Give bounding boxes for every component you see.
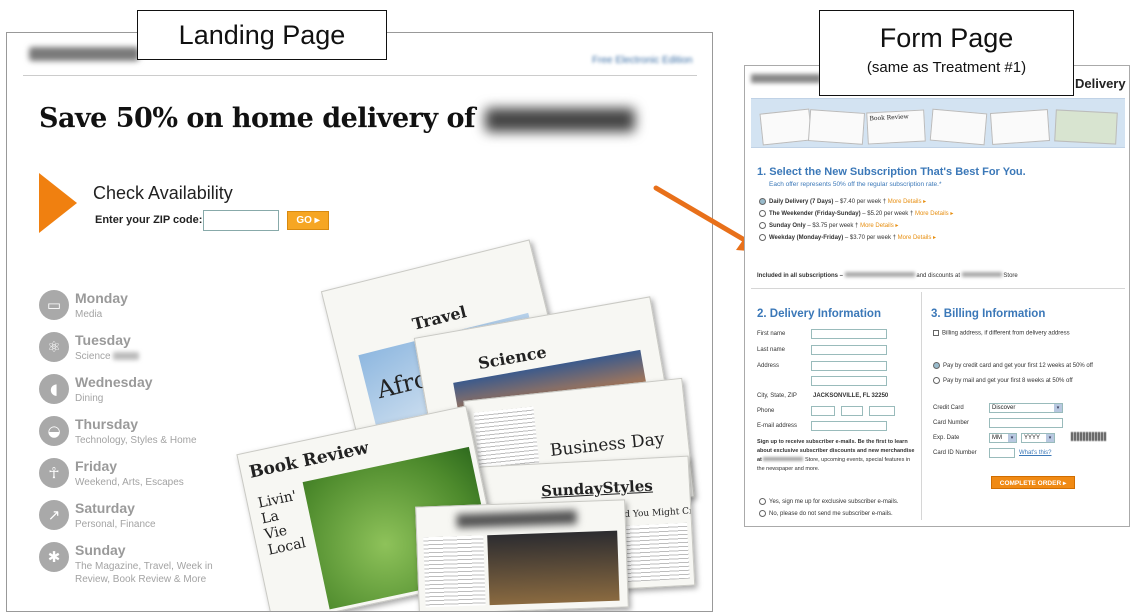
card-id-input[interactable]	[989, 448, 1015, 458]
phone-label: Phone	[757, 408, 775, 414]
landing-page-label: Landing Page	[137, 10, 387, 60]
credit-card-label: Credit Card	[933, 405, 964, 411]
option-weekday[interactable]: Weekday (Monday-Friday) – $3.70 per week…	[759, 234, 936, 241]
section1-title: 1. Select the New Subscription That's Be…	[757, 166, 1026, 178]
section1-subtitle: Each offer represents 50% off the regula…	[769, 181, 942, 188]
address-input[interactable]	[811, 361, 887, 371]
day-tuesday: ⚛ Tuesday Science	[39, 332, 299, 372]
bowl-icon: ◒	[39, 416, 69, 446]
option-daily[interactable]: Daily Delivery (7 Days) – $7.40 per week…	[759, 198, 926, 205]
divider	[23, 75, 697, 76]
form-page-label: Form Page (same as Treatment #1)	[819, 10, 1074, 96]
dancer-icon: ☥	[39, 458, 69, 488]
address-label: Address	[757, 363, 780, 369]
newspaper-logo-small	[751, 74, 821, 83]
signup-text: Sign up to receive subscriber e-mails. B…	[757, 439, 915, 472]
last-name-label: Last name	[757, 347, 786, 353]
complete-order-button[interactable]: COMPLETE ORDER ▸	[991, 476, 1075, 489]
included-text: Included in all subscriptions – and disc…	[757, 272, 1018, 279]
phone-prefix-input[interactable]	[841, 406, 863, 416]
phone-area-input[interactable]	[811, 406, 835, 416]
landing-page-panel: Free Electronic Edition Save 50% on home…	[6, 32, 713, 612]
day-monday: ▭ Monday Media	[39, 290, 299, 330]
billing-diff-checkbox[interactable]: Billing address, if different from deliv…	[933, 330, 1070, 337]
section2-title: 2. Delivery Information	[757, 308, 881, 320]
email-yes-option[interactable]: Yes, sign me up for exclusive subscriber…	[759, 498, 899, 505]
divider	[921, 292, 922, 520]
first-name-label: First name	[757, 331, 786, 337]
exp-year-select[interactable]: YYYY ▾	[1021, 433, 1055, 443]
check-availability-title: Check Availability	[93, 183, 233, 203]
monitor-icon: ▭	[39, 290, 69, 320]
delivery-heading-fragment: Delivery	[1075, 76, 1126, 91]
exp-month-select[interactable]: MM ▾	[989, 433, 1017, 443]
pay-card-option[interactable]: Pay by credit card and get your first 12…	[933, 362, 1093, 369]
city-value: JACKSONVILLE, FL 32250	[813, 393, 889, 399]
email-no-option[interactable]: No, please do not send me subscriber e-m…	[759, 510, 893, 517]
zip-label: Enter your ZIP code:	[95, 214, 203, 226]
electronic-edition-link[interactable]: Free Electronic Edition	[592, 55, 693, 66]
exp-date-label: Exp. Date	[933, 435, 960, 441]
headline: Save 50% on home delivery of	[39, 103, 636, 134]
go-button[interactable]: GO ▸	[287, 211, 329, 230]
divider	[751, 288, 1125, 289]
atom-icon: ⚛	[39, 332, 69, 362]
section3-title: 3. Billing Information	[931, 308, 1046, 320]
form-banner: Book Review	[751, 98, 1125, 148]
day-wednesday: ◖ Wednesday Dining	[39, 374, 299, 414]
city-label: City, State, ZIP	[757, 393, 797, 399]
email-input[interactable]	[811, 421, 887, 431]
email-label: E-mail address	[757, 423, 798, 429]
newspaper-logo	[29, 47, 139, 61]
card-number-label: Card Number	[933, 420, 970, 426]
phone-line-input[interactable]	[869, 406, 895, 416]
security-seal	[1071, 432, 1107, 441]
whats-this-link[interactable]: What's this?	[1019, 450, 1052, 456]
credit-card-select[interactable]: Discover ▾	[989, 403, 1063, 413]
orange-arrow-icon	[39, 173, 77, 233]
first-name-input[interactable]	[811, 329, 887, 339]
option-sunday[interactable]: Sunday Only – $3.75 per week † More Deta…	[759, 222, 898, 229]
blurred-brand-name	[485, 107, 636, 132]
last-name-input[interactable]	[811, 345, 887, 355]
address-line2-input[interactable]	[811, 376, 887, 386]
option-weekender[interactable]: The Weekender (Friday-Sunday) – $5.20 pe…	[759, 210, 953, 217]
form-page-panel: Delivery Book Review 1. Select the New S…	[744, 65, 1130, 527]
trend-icon: ↗	[39, 500, 69, 530]
palm-icon: ✱	[39, 542, 69, 572]
card-number-input[interactable]	[989, 418, 1063, 428]
card-id-label: Card ID Number	[933, 450, 977, 456]
spoon-icon: ◖	[39, 374, 69, 404]
front-page-paper	[415, 499, 629, 611]
pay-mail-option[interactable]: Pay by mail and get your first 8 weeks a…	[933, 377, 1073, 384]
zip-input[interactable]	[203, 210, 279, 231]
